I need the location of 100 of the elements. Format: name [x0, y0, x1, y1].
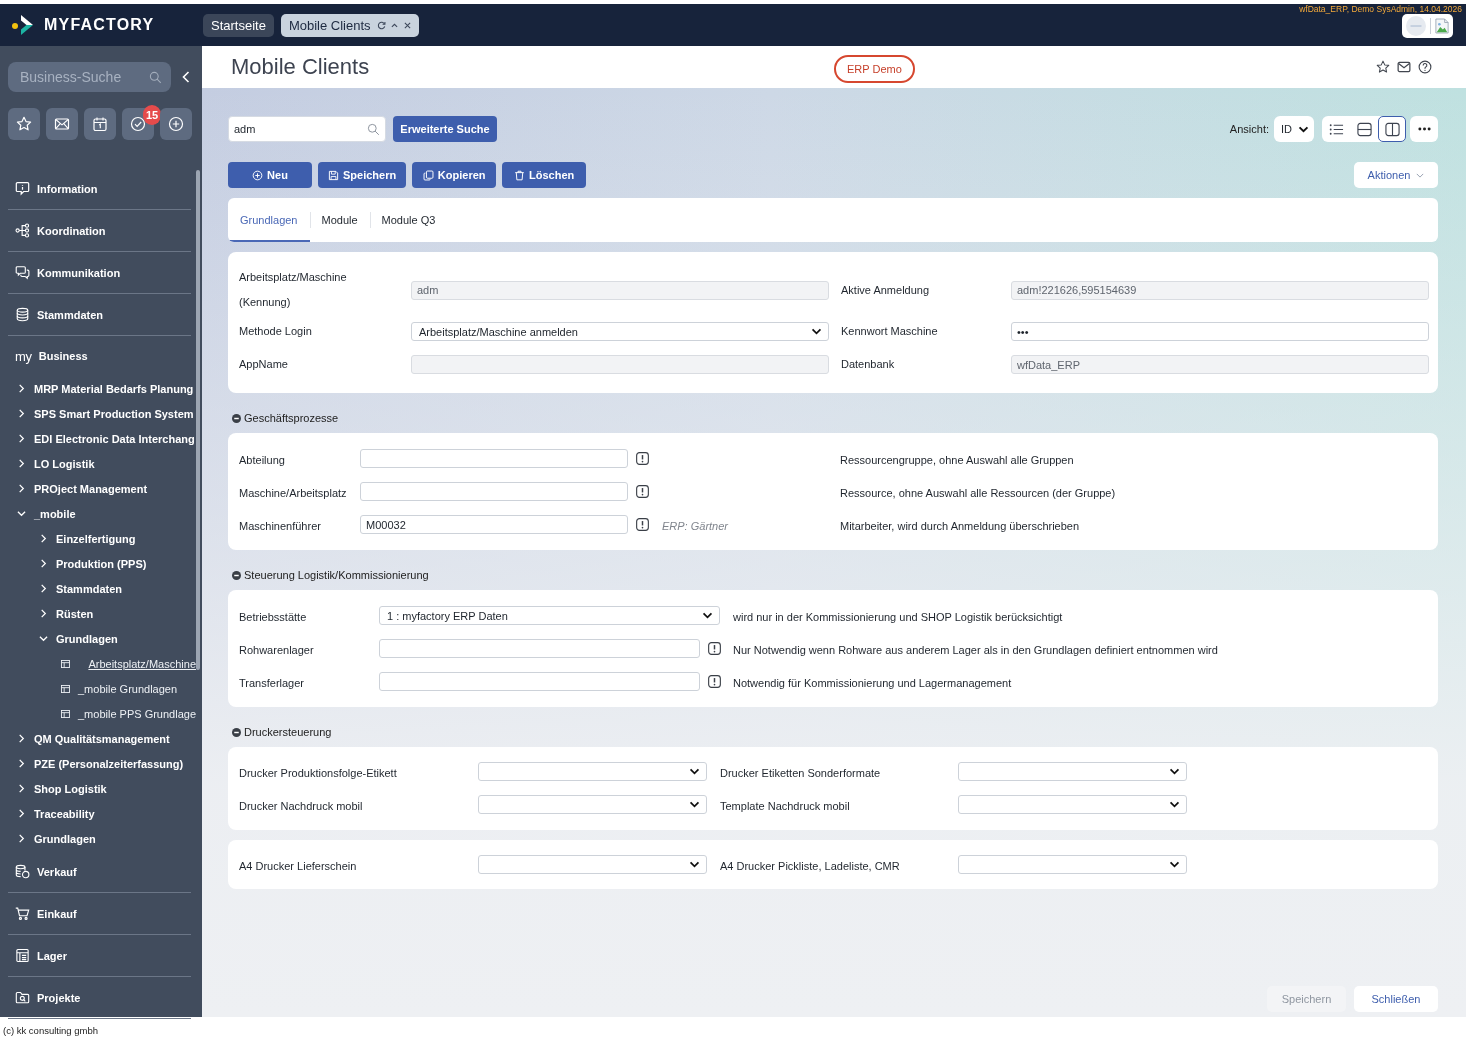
tree-item[interactable]: Shop Logistik: [8, 776, 202, 801]
field-label: Datenbank: [841, 357, 895, 372]
dropdown[interactable]: 1 : myfactory ERP Daten: [379, 606, 720, 625]
text-field[interactable]: wfData_ERP: [1011, 355, 1429, 374]
dropdown[interactable]: Arbeitsplatz/Maschine anmelden: [411, 322, 829, 341]
column-layout-button[interactable]: [1378, 116, 1406, 142]
info-bubble-icon: [15, 181, 30, 196]
chevron-down-icon: [702, 612, 713, 619]
text-field[interactable]: adm: [411, 280, 829, 300]
text-field[interactable]: [360, 449, 628, 468]
favorites-button[interactable]: [8, 108, 40, 140]
field-description: Notwendig für Kommissionierung und Lagermanagement: [733, 676, 1012, 689]
collapse-icon[interactable]: [232, 728, 241, 737]
collapse-icon[interactable]: [232, 414, 241, 423]
text-field[interactable]: [379, 672, 700, 691]
tree-item[interactable]: _mobile Grundlagen: [8, 676, 202, 701]
folder-search-icon: [15, 990, 30, 1005]
tree-item[interactable]: PZE (Personalzeiterfassung): [8, 751, 202, 776]
search-field[interactable]: adm: [228, 116, 386, 142]
help-icon[interactable]: [1418, 60, 1432, 74]
info-icon[interactable]: [635, 485, 649, 498]
my-logo: my: [15, 348, 32, 364]
info-icon[interactable]: [707, 642, 721, 655]
view-dropdown[interactable]: ID: [1274, 116, 1314, 142]
tree-item[interactable]: Stammdaten: [8, 576, 202, 601]
split-columns-icon: [1384, 121, 1400, 137]
search-field[interactable]: Business-Suche: [8, 62, 171, 92]
check-circle-icon: [130, 116, 146, 132]
field-label: Drucker Etiketten Sonderformate: [720, 766, 881, 779]
delete-button[interactable]: Löschen: [502, 162, 587, 188]
info-icon[interactable]: [635, 452, 649, 465]
menu-section[interactable]: Kommunikation: [8, 252, 191, 294]
field-label: Maschine/Arbeitsplatz: [239, 486, 347, 499]
header-tab[interactable]: Mobile Clients: [280, 13, 419, 37]
close-icon[interactable]: [403, 21, 411, 29]
star-icon[interactable]: [1376, 60, 1390, 74]
actions-menu-button[interactable]: Aktionen: [1354, 162, 1438, 188]
field-label: A4 Drucker Pickliste, Ladeliste, CMR: [720, 859, 900, 872]
tree-item[interactable]: Grundlagen: [8, 826, 202, 851]
tree-item[interactable]: Traceability: [8, 801, 202, 826]
tree-item[interactable]: Arbeitsplatz/Maschine: [8, 651, 202, 676]
copy-button[interactable]: Kopieren: [412, 162, 497, 188]
tree-item[interactable]: LO Logistik: [8, 451, 202, 476]
field-label: Arbeitsplatz/Maschine (Kennung): [239, 270, 348, 310]
field-label: Betriebsstätte: [239, 610, 307, 623]
calendar-button[interactable]: [84, 108, 116, 140]
tab[interactable]: Grundlagen: [228, 198, 310, 242]
collapse-icon[interactable]: [232, 571, 241, 580]
scrollbar[interactable]: [196, 170, 200, 670]
text-field[interactable]: [379, 639, 700, 658]
search-icon[interactable]: [367, 122, 380, 136]
info-icon[interactable]: [635, 518, 649, 531]
tree-item[interactable]: _mobile PPS Grundlage: [8, 701, 202, 726]
info-icon[interactable]: [707, 675, 721, 688]
new-button[interactable]: Neu: [228, 162, 312, 188]
brand-name: MYFACTORY: [44, 16, 155, 34]
count-badge: 15: [143, 105, 161, 125]
tree-item[interactable]: MRP Material Bedarfs Planung: [8, 376, 202, 401]
menu-section[interactable]: Information: [8, 168, 191, 210]
close-button[interactable]: Schließen: [1354, 986, 1438, 1012]
tree-item[interactable]: Grundlagen: [8, 626, 202, 651]
field-label: A4 Drucker Lieferschein: [239, 859, 357, 872]
caret-up-icon[interactable]: [390, 22, 398, 28]
save-icon: [328, 169, 339, 181]
table-icon: [61, 659, 70, 668]
menu-section[interactable]: Lager: [8, 935, 191, 977]
menu-section[interactable]: Stammdaten: [8, 294, 191, 336]
tree-item[interactable]: EDI Electronic Data Interchang: [8, 426, 202, 451]
header-tab[interactable]: Startseite: [203, 13, 274, 37]
tree-item[interactable]: _mobile: [8, 501, 202, 526]
tree-item[interactable]: SPS Smart Production System: [8, 401, 202, 426]
text-field[interactable]: adm!221626,595154639: [1011, 280, 1429, 300]
chevron-down-icon: [1298, 125, 1309, 133]
refresh-icon[interactable]: [376, 20, 386, 30]
tree-item[interactable]: Produktion (PPS): [8, 551, 202, 576]
chevron-down-icon: [1169, 768, 1180, 775]
tree-item[interactable]: PROject Management: [8, 476, 202, 501]
resolved-name: ERP: Gärtner: [662, 519, 729, 532]
text-field[interactable]: [411, 355, 829, 374]
circle-logo-icon: [1406, 16, 1426, 36]
advanced-search-button[interactable]: Erweiterte Suche: [393, 116, 497, 142]
menu-section[interactable]: Koordination: [8, 210, 191, 252]
add-button[interactable]: [160, 108, 192, 140]
password-field[interactable]: •••: [1011, 322, 1429, 341]
menu-section[interactable]: my Business: [8, 336, 191, 376]
text-field[interactable]: M00032: [360, 515, 628, 534]
text-field[interactable]: [360, 482, 628, 501]
tree-item[interactable]: Einzelfertigung: [8, 526, 202, 551]
menu-section[interactable]: Verkauf: [8, 851, 191, 893]
chevron-left-icon[interactable]: [182, 71, 190, 83]
mail-icon[interactable]: [1397, 60, 1411, 74]
tree-item[interactable]: QM Qualitätsmanagement: [8, 726, 202, 751]
menu-section[interactable]: Einkauf: [8, 893, 191, 935]
tab[interactable]: Module Q3: [369, 198, 448, 242]
save-button[interactable]: Speichern: [318, 162, 407, 188]
tab[interactable]: Module: [309, 198, 370, 242]
field-label: Template Nachdruck mobil: [720, 799, 850, 812]
tree-item[interactable]: Rüsten: [8, 601, 202, 626]
mail-button[interactable]: [46, 108, 78, 140]
environment-badge: ERP Demo: [834, 55, 915, 83]
